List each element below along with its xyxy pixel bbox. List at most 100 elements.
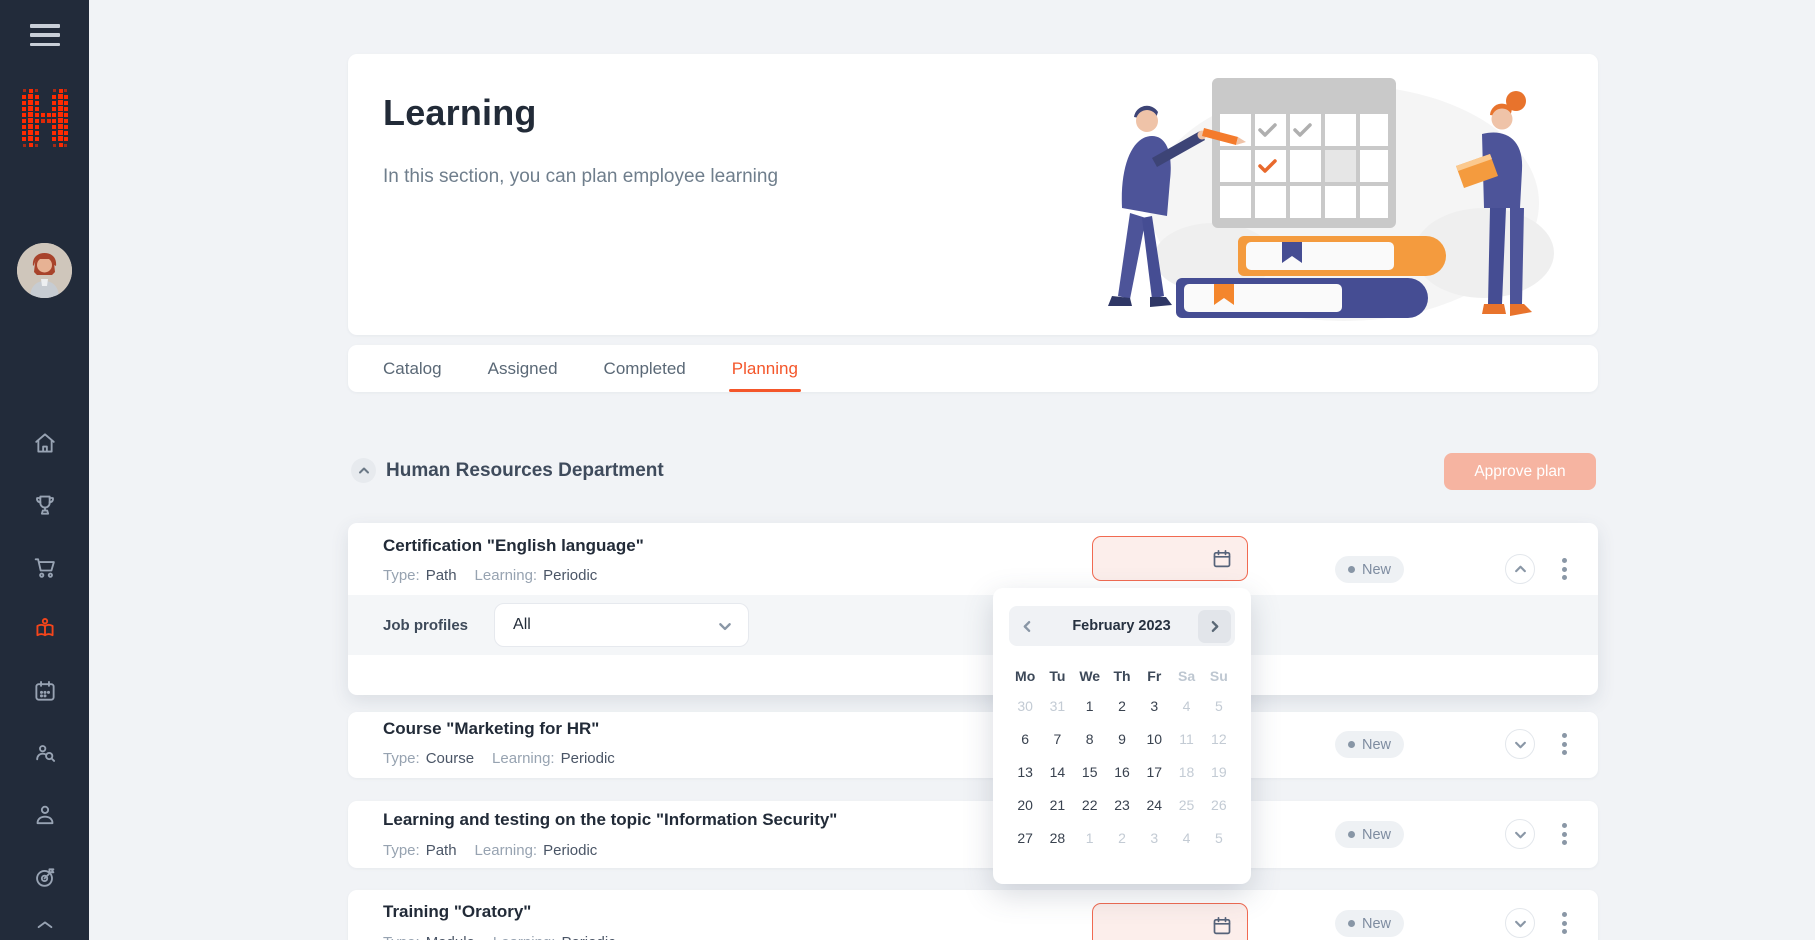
- sidebar-item-people-search[interactable]: [30, 738, 60, 768]
- calendar-day[interactable]: 13: [1009, 756, 1041, 789]
- calendar-day[interactable]: 6: [1009, 723, 1041, 756]
- calendar-day[interactable]: 22: [1074, 789, 1106, 822]
- weekday-label: Fr: [1138, 662, 1170, 690]
- course-title: Training "Oratory": [383, 902, 531, 922]
- sidebar-item-goals[interactable]: [30, 862, 60, 892]
- sidebar-item-partial[interactable]: [0, 916, 89, 940]
- calendar-day[interactable]: 4: [1170, 690, 1202, 723]
- calendar-day[interactable]: 3: [1138, 690, 1170, 723]
- calendar-day[interactable]: 16: [1106, 756, 1138, 789]
- calendar-day[interactable]: 20: [1009, 789, 1041, 822]
- calendar-icon: [31, 677, 59, 705]
- book-reader-icon: [31, 615, 59, 643]
- job-profiles-select[interactable]: All: [494, 603, 749, 647]
- course-menu-button[interactable]: [1554, 819, 1574, 849]
- tab-catalog[interactable]: Catalog: [383, 345, 442, 392]
- status-text: New: [1362, 737, 1391, 753]
- calendar-day[interactable]: 15: [1074, 756, 1106, 789]
- page-subtitle: In this section, you can plan employee l…: [383, 166, 778, 188]
- sidebar-item-calendar[interactable]: [30, 676, 60, 706]
- status-badge: New: [1335, 821, 1404, 848]
- calendar-day[interactable]: 27: [1009, 822, 1041, 855]
- page-title: Learning: [383, 92, 537, 134]
- sidebar-item-profile[interactable]: [30, 800, 60, 830]
- learning-illustration: [1054, 68, 1574, 328]
- collapse-course-button[interactable]: [1505, 554, 1535, 584]
- calendar-day[interactable]: 4: [1170, 822, 1202, 855]
- calendar-day[interactable]: 2: [1106, 822, 1138, 855]
- status-text: New: [1362, 562, 1391, 578]
- calendar-day[interactable]: 24: [1138, 789, 1170, 822]
- course-meta: Type:Course Learning:Periodic: [383, 750, 627, 767]
- calendar-day[interactable]: 11: [1170, 723, 1202, 756]
- learning-value: Periodic: [561, 750, 615, 767]
- calendar-day[interactable]: 26: [1203, 789, 1235, 822]
- calendar-day[interactable]: 10: [1138, 723, 1170, 756]
- sidebar-item-home[interactable]: [30, 428, 60, 458]
- due-date-field[interactable]: [1092, 903, 1248, 940]
- page-header-card: Learning In this section, you can plan e…: [348, 54, 1598, 335]
- user-icon: [31, 801, 59, 829]
- course-menu-button[interactable]: [1554, 729, 1574, 759]
- calendar-day[interactable]: 5: [1203, 822, 1235, 855]
- tab-assigned[interactable]: Assigned: [488, 345, 558, 392]
- chevron-up-icon: [1514, 563, 1527, 576]
- learning-value: Periodic: [543, 842, 597, 859]
- type-value: Module: [426, 934, 475, 940]
- calendar-day[interactable]: 17: [1138, 756, 1170, 789]
- calendar-day[interactable]: 23: [1106, 789, 1138, 822]
- calendar-day[interactable]: 14: [1041, 756, 1073, 789]
- due-date-field[interactable]: [1092, 536, 1248, 581]
- status-dot: [1348, 920, 1355, 927]
- calendar-day[interactable]: 19: [1203, 756, 1235, 789]
- calendar-icon: [1210, 914, 1234, 938]
- tab-planning[interactable]: Planning: [732, 345, 798, 392]
- calendar-day[interactable]: 12: [1203, 723, 1235, 756]
- calendar-icon: [1210, 547, 1234, 571]
- sidebar-item-learning[interactable]: [30, 614, 60, 644]
- calendar-day[interactable]: 21: [1041, 789, 1073, 822]
- calendar-day[interactable]: 1: [1074, 690, 1106, 723]
- course-meta: Type:Path Learning:Periodic: [383, 842, 609, 859]
- learning-label: Learning:: [475, 567, 538, 584]
- calendar-day[interactable]: 8: [1074, 723, 1106, 756]
- calendar-day[interactable]: 25: [1170, 789, 1202, 822]
- calendar-day[interactable]: 9: [1106, 723, 1138, 756]
- course-menu-button[interactable]: [1554, 554, 1574, 584]
- expand-course-button[interactable]: [1505, 908, 1535, 938]
- brand-logo[interactable]: [22, 88, 68, 154]
- menu-icon[interactable]: [30, 24, 60, 46]
- status-text: New: [1362, 827, 1391, 843]
- calendar-day[interactable]: 5: [1203, 690, 1235, 723]
- collapse-section-button[interactable]: [351, 458, 376, 483]
- learning-label: Learning:: [493, 934, 556, 940]
- course-menu-button[interactable]: [1554, 908, 1574, 938]
- calendar-day[interactable]: 1: [1074, 822, 1106, 855]
- calendar-day[interactable]: 31: [1041, 690, 1073, 723]
- department-section-header: Human Resources Department Approve plan: [348, 453, 1598, 491]
- expand-course-button[interactable]: [1505, 729, 1535, 759]
- calendar-day[interactable]: 3: [1138, 822, 1170, 855]
- sidebar-item-store[interactable]: [30, 552, 60, 582]
- date-picker-header: February 2023: [1009, 606, 1235, 646]
- sidebar-item-achievements[interactable]: [30, 490, 60, 520]
- job-profiles-row: Job profiles All: [348, 595, 1598, 655]
- weekday-label: We: [1074, 662, 1106, 690]
- status-badge: New: [1335, 910, 1404, 937]
- prev-month-button[interactable]: [1009, 606, 1045, 646]
- chevron-down-icon: [718, 619, 732, 633]
- approve-plan-button[interactable]: Approve plan: [1444, 453, 1596, 490]
- people-search-icon: [31, 739, 59, 767]
- calendar-day[interactable]: 18: [1170, 756, 1202, 789]
- type-label: Type:: [383, 750, 420, 767]
- weekday-label: Tu: [1041, 662, 1073, 690]
- month-label: February 2023: [1045, 618, 1198, 634]
- expand-course-button[interactable]: [1505, 819, 1535, 849]
- user-avatar[interactable]: [17, 243, 72, 298]
- calendar-day[interactable]: 2: [1106, 690, 1138, 723]
- next-month-button[interactable]: [1198, 610, 1231, 643]
- calendar-day[interactable]: 7: [1041, 723, 1073, 756]
- calendar-day[interactable]: 30: [1009, 690, 1041, 723]
- tab-completed[interactable]: Completed: [604, 345, 686, 392]
- calendar-day[interactable]: 28: [1041, 822, 1073, 855]
